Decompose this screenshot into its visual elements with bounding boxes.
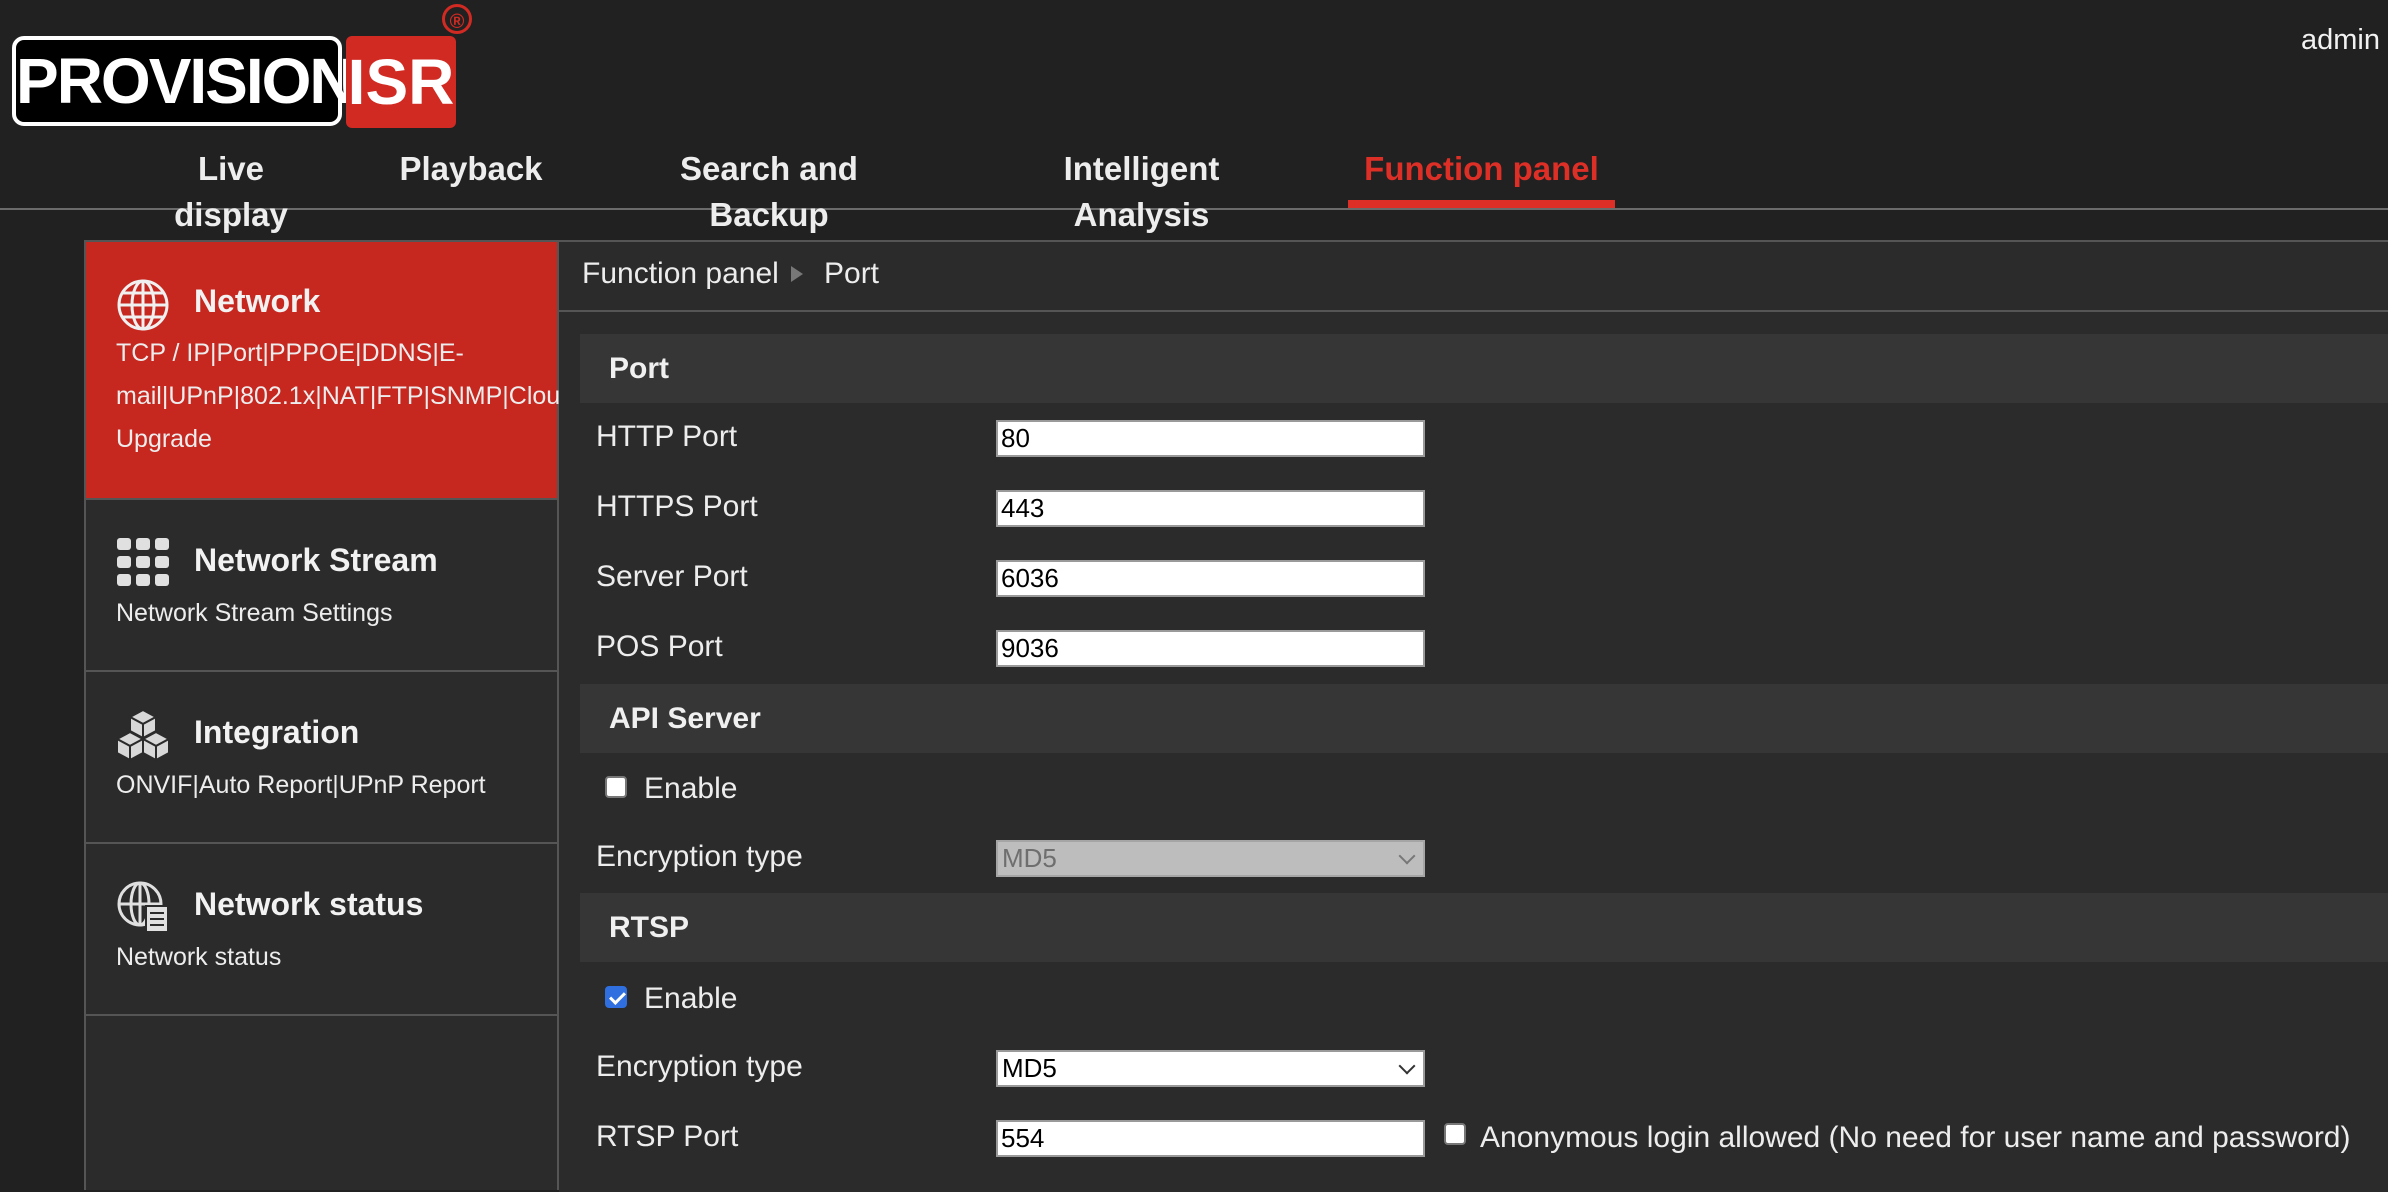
https-port-label: HTTPS Port — [596, 490, 758, 523]
globe-document-icon — [116, 880, 170, 934]
cubes-icon — [114, 708, 172, 762]
sidebar-item-title: Integration — [194, 714, 360, 750]
logo-text-isr: ISR — [346, 36, 456, 128]
breadcrumb-root[interactable]: Function panel — [582, 242, 779, 306]
rtsp-encryption-select[interactable]: MD5 — [996, 1050, 1425, 1087]
http-port-label: HTTP Port — [596, 420, 738, 453]
sidebar-item-desc: Network Stream Settings — [116, 599, 393, 627]
breadcrumb-arrow-icon — [791, 266, 803, 282]
api-enable-checkbox[interactable] — [605, 776, 627, 798]
tab-intelligent-analysis[interactable]: Intelligent Analysis — [995, 146, 1288, 233]
https-port-input[interactable] — [996, 490, 1425, 527]
function-sidebar: Network TCP / IP|Port|PPPOE|DDNS|E-mail|… — [84, 240, 575, 1190]
sidebar-item-network-status[interactable]: Network status Network status — [86, 844, 557, 1016]
sidebar-item-desc: TCP / IP|Port|PPPOE|DDNS|E-mail|UPnP|802… — [116, 339, 575, 453]
port-settings-panel: Function panel Port Port HTTP Port HTTPS… — [559, 240, 2388, 1192]
rtsp-enable-checkbox[interactable] — [605, 986, 627, 1008]
breadcrumb: Function panel Port — [559, 242, 2388, 312]
sidebar-item-title: Network — [194, 283, 321, 319]
pos-port-label: POS Port — [596, 630, 723, 663]
tab-function-panel[interactable]: Function panel — [1348, 146, 1615, 208]
sidebar-item-network-stream[interactable]: Network Stream Network Stream Settings — [86, 500, 557, 672]
rtsp-port-input[interactable] — [996, 1120, 1425, 1157]
rtsp-port-label: RTSP Port — [596, 1120, 739, 1153]
anonymous-login-checkbox[interactable] — [1444, 1123, 1466, 1145]
section-header-api-server: API Server — [580, 684, 2388, 753]
logo-text-provision: PROVISION — [12, 36, 356, 126]
rtsp-encryption-value: MD5 — [1002, 1053, 1057, 1083]
breadcrumb-current: Port — [824, 257, 880, 290]
tab-playback[interactable]: Playback — [399, 146, 543, 208]
api-encryption-label: Encryption type — [596, 840, 803, 873]
anonymous-login-label: Anonymous login allowed (No need for use… — [1480, 1121, 2351, 1154]
tab-live-display[interactable]: Live display — [138, 146, 324, 233]
api-enable-label: Enable — [644, 772, 738, 805]
grid-icon — [116, 536, 170, 590]
chevron-down-icon — [1398, 1057, 1416, 1075]
registered-mark: ® — [442, 4, 472, 34]
rtsp-enable-label: Enable — [644, 982, 738, 1015]
sidebar-item-title: Network status — [194, 886, 424, 922]
section-header-port: Port — [580, 334, 2388, 403]
http-port-input[interactable] — [996, 420, 1425, 457]
user-name[interactable]: admin — [2301, 24, 2380, 57]
server-port-label: Server Port — [596, 560, 748, 593]
api-encryption-value: MD5 — [1002, 843, 1057, 873]
sidebar-item-network[interactable]: Network TCP / IP|Port|PPPOE|DDNS|E-mail|… — [86, 242, 575, 500]
section-header-rtsp: RTSP — [580, 893, 2388, 962]
sidebar-item-desc: Network status — [116, 943, 282, 971]
top-navigation: Live display Playback Search and Backup … — [0, 130, 2388, 233]
tab-search-and-backup[interactable]: Search and Backup — [619, 146, 919, 233]
brand-logo: PROVISION ISR ® — [12, 4, 472, 129]
api-encryption-select: MD5 — [996, 840, 1425, 877]
globe-icon — [116, 278, 170, 332]
sidebar-item-title: Network Stream — [194, 542, 438, 578]
sidebar-item-integration[interactable]: Integration ONVIF|Auto Report|UPnP Repor… — [86, 672, 557, 844]
server-port-input[interactable] — [996, 560, 1425, 597]
pos-port-input[interactable] — [996, 630, 1425, 667]
rtsp-encryption-label: Encryption type — [596, 1050, 803, 1083]
sidebar-item-desc: ONVIF|Auto Report|UPnP Report — [116, 771, 486, 799]
chevron-down-icon — [1398, 847, 1416, 865]
